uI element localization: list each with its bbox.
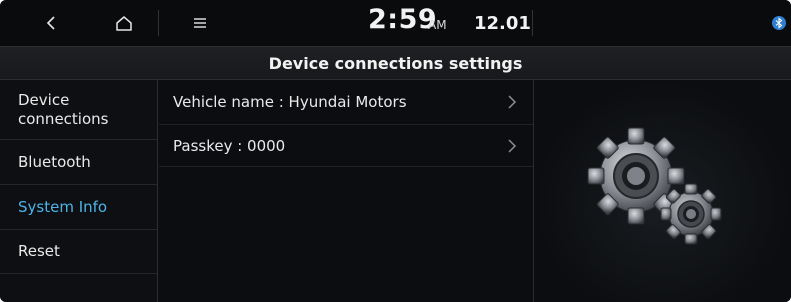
bluetooth-icon: [772, 16, 786, 30]
vehicle-name-label: Vehicle name : Hyundai Motors: [173, 93, 407, 111]
infotainment-screen: 2:59 AM 12.01 Device connections setting…: [0, 0, 791, 302]
page-title-bar: Device connections settings: [0, 46, 791, 80]
menu-icon: [194, 18, 206, 28]
chevron-right-icon: [508, 95, 517, 109]
statusbar-divider: [532, 10, 533, 36]
sidebar: Device connections Bluetooth System Info…: [0, 80, 158, 302]
gears-icon: [587, 127, 722, 245]
sidebar-item-reset[interactable]: Reset: [0, 230, 158, 274]
status-bar: 2:59 AM 12.01: [0, 0, 791, 46]
statusbar-divider: [158, 10, 159, 36]
sidebar-item-system-info[interactable]: System Info: [0, 185, 158, 230]
sidebar-item-label: Device connections: [18, 90, 109, 128]
clock-ampm: AM: [428, 18, 447, 32]
settings-list: Vehicle name : Hyundai Motors Passkey : …: [159, 80, 533, 302]
bluetooth-status[interactable]: [770, 14, 788, 32]
illustration-panel: [534, 80, 791, 302]
back-button[interactable]: [27, 0, 75, 46]
menu-button[interactable]: [176, 0, 224, 46]
home-icon: [116, 16, 132, 31]
sidebar-item-device-connections[interactable]: Device connections: [0, 80, 158, 140]
sidebar-item-label: System Info: [18, 197, 108, 216]
clock-time: 2:59: [368, 4, 438, 35]
sidebar-item-label: Reset: [18, 242, 60, 260]
sidebar-item-label: Bluetooth: [18, 152, 91, 171]
date: 12.01: [474, 13, 531, 34]
passkey-row[interactable]: Passkey : 0000: [159, 125, 533, 167]
home-button[interactable]: [100, 0, 148, 46]
page-title: Device connections settings: [268, 53, 523, 73]
passkey-label: Passkey : 0000: [173, 136, 286, 155]
chevron-right-icon: [508, 138, 517, 153]
chevron-left-icon: [46, 16, 55, 30]
sidebar-item-bluetooth[interactable]: Bluetooth: [0, 140, 158, 185]
vehicle-name-row[interactable]: Vehicle name : Hyundai Motors: [159, 80, 533, 125]
